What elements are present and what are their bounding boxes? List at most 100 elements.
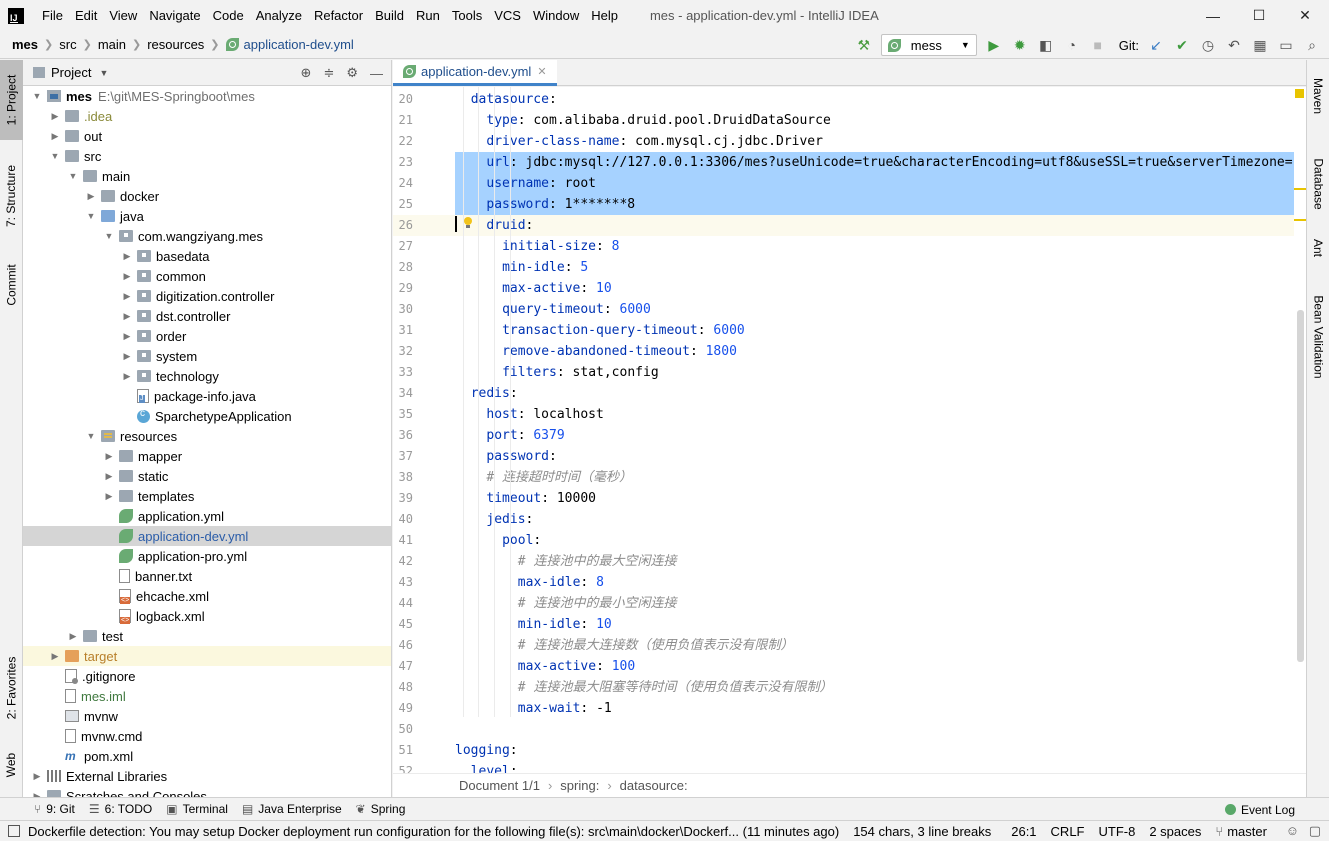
database-tool-tab[interactable]: Database (1307, 144, 1329, 224)
maximize-button[interactable]: ☐ (1236, 0, 1282, 31)
tree-item[interactable]: ▶ .idea (23, 106, 391, 126)
tree-item[interactable]: application.yml (23, 506, 391, 526)
git-branch-widget[interactable]: ⑂ master (1215, 824, 1267, 839)
tree-item[interactable]: banner.txt (23, 566, 391, 586)
project-tool-tab[interactable]: 1: Project (0, 60, 23, 140)
tree-item[interactable]: ▶ order (23, 326, 391, 346)
chevron-right-icon[interactable]: ▶ (121, 351, 133, 362)
minimize-button[interactable]: — (1190, 0, 1236, 31)
toggle-tool-windows-icon[interactable] (8, 825, 20, 837)
tree-item[interactable]: ▶ common (23, 266, 391, 286)
commit-tool-tab[interactable]: Commit (0, 250, 23, 320)
tree-item[interactable]: ▶ technology (23, 366, 391, 386)
collapse-all-icon[interactable]: ≑ (323, 65, 334, 81)
menu-build[interactable]: Build (369, 0, 410, 31)
tree-item[interactable]: ▶ target (23, 646, 391, 666)
inspector-icon[interactable]: ☺ (1286, 823, 1299, 838)
debug-icon[interactable]: ✹ (1011, 36, 1029, 54)
tree-item[interactable]: ▼ resources (23, 426, 391, 446)
tree-item[interactable]: ▶ templates (23, 486, 391, 506)
caret-position[interactable]: 26:1 (1011, 824, 1036, 839)
bottom-tab-java-enterprise[interactable]: ▤ Java Enterprise (242, 802, 342, 816)
close-window-button[interactable]: ✕ (1282, 0, 1328, 31)
file-encoding[interactable]: UTF-8 (1099, 824, 1136, 839)
warning-icon[interactable] (1295, 89, 1304, 98)
chevron-down-icon[interactable]: ▼ (67, 171, 79, 181)
chevron-down-icon[interactable]: ▼ (31, 91, 43, 101)
stop-icon[interactable]: ■ (1089, 36, 1107, 54)
chevron-right-icon[interactable]: ▶ (67, 631, 79, 642)
editor-scrollbar[interactable] (1297, 310, 1304, 662)
breadcrumb-document[interactable]: Document 1/1 (459, 778, 540, 793)
tree-item[interactable]: application-dev.yml (23, 526, 391, 546)
menu-refactor[interactable]: Refactor (308, 0, 369, 31)
close-tab-icon[interactable]: ✕ (537, 65, 546, 78)
menu-help[interactable]: Help (585, 0, 624, 31)
chevron-down-icon[interactable]: ▼ (99, 68, 108, 78)
bottom-tab-git[interactable]: ⑂ 9: Git (34, 802, 75, 816)
tree-item[interactable]: ▶ digitization.controller (23, 286, 391, 306)
notifications-icon[interactable]: ▢ (1309, 823, 1321, 839)
tree-item[interactable]: ▶ External Libraries (23, 766, 391, 786)
chevron-right-icon[interactable]: ▶ (49, 651, 61, 662)
chevron-right-icon[interactable]: ▶ (121, 331, 133, 342)
coverage-icon[interactable]: ◧ (1037, 36, 1055, 54)
tree-item[interactable]: ▶ mapper (23, 446, 391, 466)
menu-view[interactable]: View (103, 0, 143, 31)
locate-icon[interactable]: ⊕ (301, 65, 312, 81)
chevron-right-icon[interactable]: ▶ (121, 311, 133, 322)
presentation-icon[interactable]: ▭ (1277, 36, 1295, 54)
chevron-right-icon[interactable]: ▶ (49, 111, 61, 122)
menu-vcs[interactable]: VCS (488, 0, 527, 31)
favorites-tool-tab[interactable]: 2: Favorites (0, 638, 23, 738)
tree-item[interactable]: ▼ mes E:\git\MES-Springboot\mes (23, 86, 391, 106)
tree-item[interactable]: .gitignore (23, 666, 391, 686)
tree-item[interactable]: ▶ docker (23, 186, 391, 206)
menu-analyze[interactable]: Analyze (250, 0, 308, 31)
chevron-right-icon[interactable]: ▶ (103, 451, 115, 462)
line-separator[interactable]: CRLF (1051, 824, 1085, 839)
tree-item[interactable]: m pom.xml (23, 746, 391, 766)
chevron-right-icon[interactable]: ▶ (103, 471, 115, 482)
bean-validation-tool-tab[interactable]: Bean Validation (1307, 282, 1329, 392)
breadcrumb-src[interactable]: src (59, 37, 76, 52)
run-configuration-select[interactable]: mess ▼ (880, 34, 977, 56)
bottom-tab-todo[interactable]: ☰ 6: TODO (89, 802, 152, 816)
tree-item[interactable]: SparchetypeApplication (23, 406, 391, 426)
tree-item[interactable]: mes.iml (23, 686, 391, 706)
breadcrumb-mes[interactable]: mes (12, 37, 38, 52)
tree-item[interactable]: package-info.java (23, 386, 391, 406)
menu-tools[interactable]: Tools (446, 0, 488, 31)
tree-item[interactable]: ▶ out (23, 126, 391, 146)
chevron-down-icon[interactable]: ▼ (85, 431, 97, 441)
git-history-icon[interactable]: ◷ (1199, 36, 1217, 54)
breadcrumb-file[interactable]: application-dev.yml (225, 37, 354, 52)
chevron-down-icon[interactable]: ▼ (85, 211, 97, 221)
tree-item[interactable]: application-pro.yml (23, 546, 391, 566)
tree-item[interactable]: ▶ dst.controller (23, 306, 391, 326)
git-rollback-icon[interactable]: ↶ (1225, 36, 1243, 54)
ant-tool-tab[interactable]: Ant (1307, 228, 1329, 268)
web-tool-tab[interactable]: Web (0, 740, 23, 790)
tree-item[interactable]: ▼ src (23, 146, 391, 166)
tree-item[interactable]: ehcache.xml (23, 586, 391, 606)
menu-file[interactable]: File (36, 0, 69, 31)
breadcrumb-datasource[interactable]: datasource: (620, 778, 688, 793)
git-commit-icon[interactable]: ✔ (1173, 36, 1191, 54)
gear-icon[interactable]: ⚙ (346, 65, 358, 81)
menu-edit[interactable]: Edit (69, 0, 103, 31)
tree-item[interactable]: ▶ Scratches and Consoles (23, 786, 391, 797)
indent-setting[interactable]: 2 spaces (1149, 824, 1201, 839)
tree-item[interactable]: ▶ static (23, 466, 391, 486)
tree-item[interactable]: ▼ java (23, 206, 391, 226)
editor-tab-application-dev[interactable]: application-dev.yml ✕ (393, 60, 557, 86)
structure-tool-tab[interactable]: 7: Structure (0, 146, 23, 246)
chevron-right-icon[interactable]: ▶ (103, 491, 115, 502)
search-icon[interactable]: ⌕ (1303, 36, 1321, 54)
code-editor[interactable]: 20 datasource: 21 type: com.alibaba.druid.p… (393, 87, 1306, 773)
chevron-right-icon[interactable]: ▶ (121, 271, 133, 282)
tree-item[interactable]: ▼ main (23, 166, 391, 186)
intention-bulb-icon[interactable] (463, 217, 473, 229)
tree-item[interactable]: ▶ test (23, 626, 391, 646)
tree-item[interactable]: ▶ system (23, 346, 391, 366)
